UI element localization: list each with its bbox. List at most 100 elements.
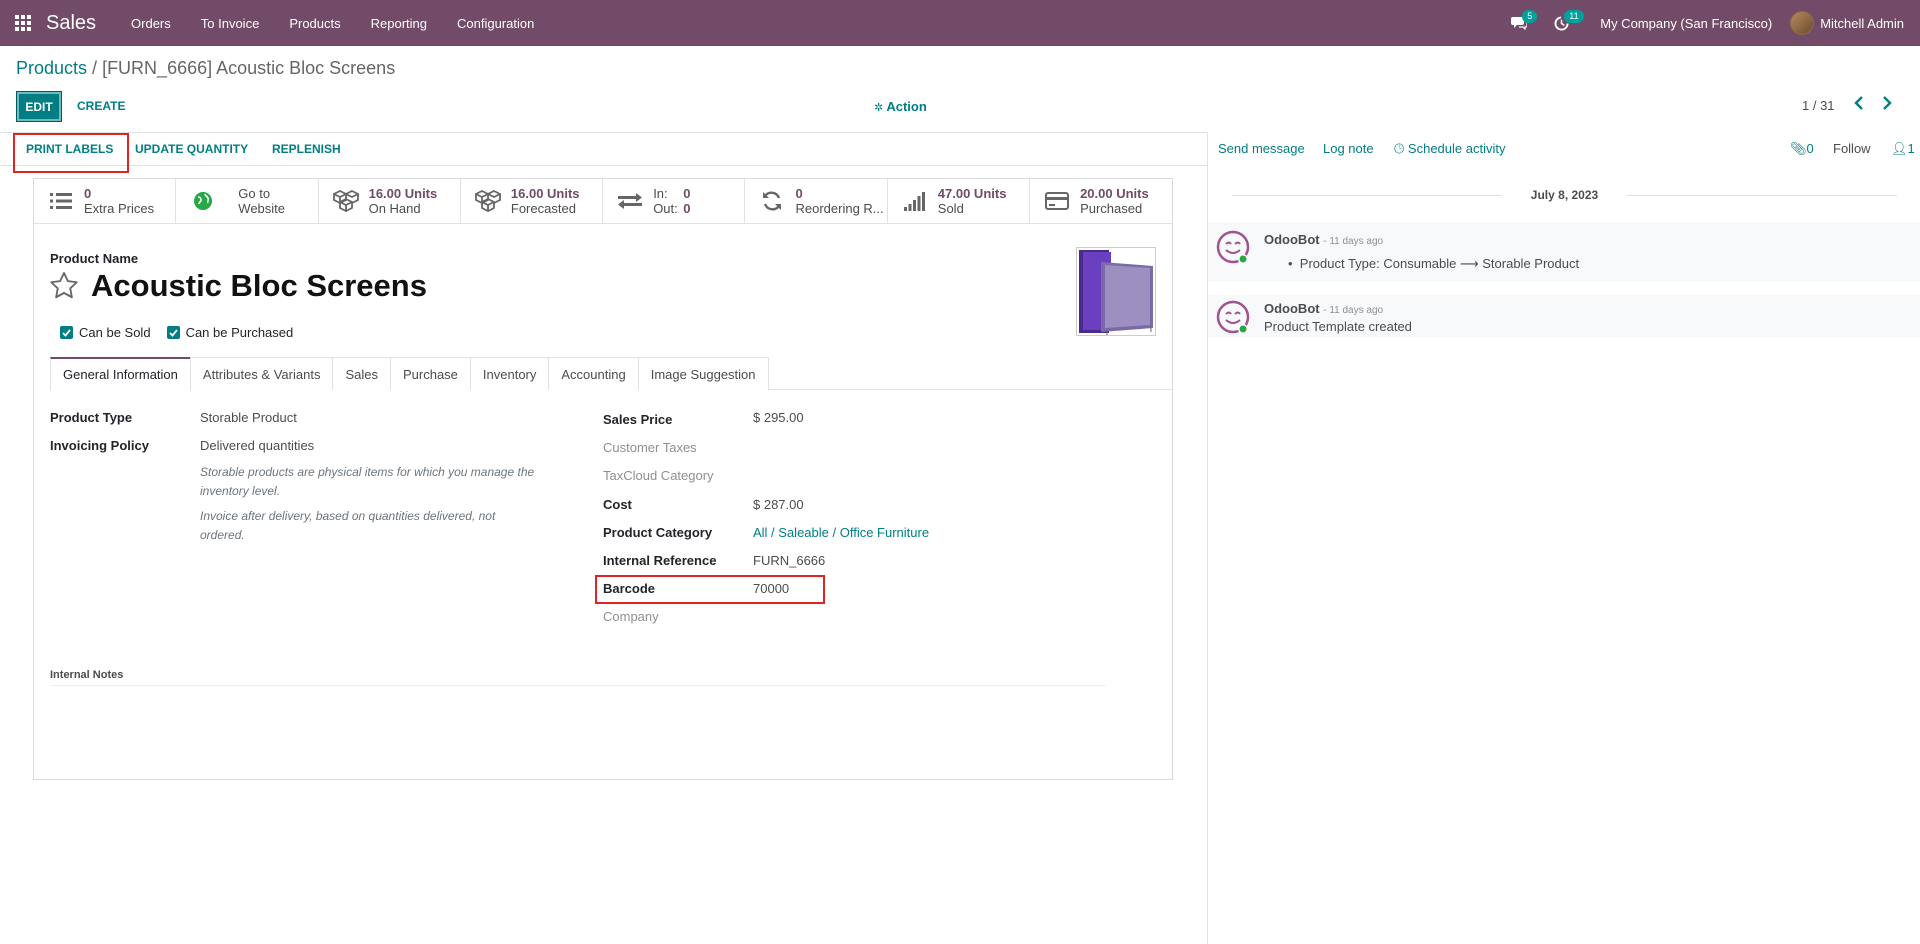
product-category-value[interactable]: All / Saleable / Office Furniture bbox=[753, 525, 929, 540]
create-button[interactable]: CREATE bbox=[77, 99, 125, 113]
edit-button[interactable]: EDIT bbox=[16, 91, 62, 122]
invoicing-policy-value[interactable]: Delivered quantities bbox=[200, 438, 314, 453]
forecasted-label: Forecasted bbox=[510, 201, 576, 216]
message-time: - 11 days ago bbox=[1323, 236, 1384, 247]
user-icon: 👤︎ bbox=[1891, 141, 1908, 156]
message-author[interactable]: OdooBot bbox=[1264, 232, 1320, 247]
breadcrumb-products[interactable]: Products bbox=[16, 58, 87, 78]
can-be-purchased-checkbox[interactable] bbox=[166, 326, 180, 339]
nav-reporting[interactable]: Reporting bbox=[356, 16, 442, 31]
odoobot-avatar bbox=[1216, 300, 1252, 336]
reordering-rules-button[interactable]: 0 Reordering R... bbox=[745, 179, 888, 223]
credit-card-icon bbox=[1044, 188, 1070, 214]
top-navbar: Sales Orders To Invoice Products Reporti… bbox=[0, 0, 1920, 46]
help1-line2: inventory level. bbox=[200, 484, 281, 498]
action-menu[interactable]: ✲ Action bbox=[874, 99, 927, 114]
on-hand-label: On Hand bbox=[368, 201, 421, 216]
internal-notes-field[interactable] bbox=[50, 685, 1106, 686]
product-image[interactable] bbox=[1076, 247, 1156, 336]
sales-price-value[interactable]: $ 295.00 bbox=[753, 410, 804, 425]
go-to-website-button[interactable]: Go to Website bbox=[176, 179, 319, 223]
in-out-button[interactable]: In: 0 Out: 0 bbox=[603, 179, 746, 223]
breadcrumb-current: [FURN_6666] Acoustic Bloc Screens bbox=[102, 58, 396, 78]
forecasted-value: 16.00 Units bbox=[510, 186, 580, 201]
can-be-sold-checkbox[interactable] bbox=[60, 326, 73, 339]
nav-products[interactable]: Products bbox=[274, 16, 355, 31]
followers-button[interactable]: 👤︎1 bbox=[1891, 141, 1915, 157]
activity-menu[interactable]: 11 bbox=[1540, 0, 1584, 46]
chevron-right-icon bbox=[1883, 96, 1892, 110]
tab-purchase[interactable]: Purchase bbox=[389, 357, 471, 390]
notebook-tabs: General Information Attributes & Variant… bbox=[50, 357, 1172, 391]
purchased-button[interactable]: 20.00 Units Purchased bbox=[1030, 179, 1172, 223]
avatar bbox=[1790, 11, 1815, 35]
in-label: In: bbox=[653, 186, 668, 201]
product-category-label: Product Category bbox=[603, 525, 713, 540]
send-message-button[interactable]: Send message bbox=[1218, 141, 1305, 156]
chatter-panel: Send message Log note 🕒︎ Schedule activi… bbox=[1207, 132, 1920, 944]
website-line2: Website bbox=[238, 201, 286, 216]
company-switcher[interactable]: My Company (San Francisco) bbox=[1582, 16, 1790, 31]
can-be-sold-label[interactable]: Can be Sold bbox=[79, 325, 151, 340]
schedule-activity-button[interactable]: 🕒︎ Schedule activity bbox=[1394, 141, 1505, 157]
user-menu[interactable]: Mitchell Admin bbox=[1790, 11, 1920, 35]
apps-menu-icon[interactable] bbox=[0, 0, 46, 46]
customer-taxes-label: Customer Taxes bbox=[603, 440, 697, 455]
on-hand-button[interactable]: 16.00 Units On Hand bbox=[319, 179, 461, 223]
tab-inventory[interactable]: Inventory bbox=[469, 357, 550, 390]
message-body: • Product Type: Consumable ⟶ Storable Pr… bbox=[1288, 256, 1580, 271]
odoobot-avatar bbox=[1216, 230, 1252, 266]
pager-previous-button[interactable] bbox=[1854, 96, 1864, 113]
pager-next-button[interactable] bbox=[1882, 96, 1892, 113]
user-name: Mitchell Admin bbox=[1820, 15, 1904, 31]
attachments-button[interactable]: 📎︎0 bbox=[1790, 141, 1814, 157]
app-brand[interactable]: Sales bbox=[46, 12, 96, 35]
tab-general-information[interactable]: General Information bbox=[50, 357, 191, 391]
tracking-old-value: Product Type: Consumable bbox=[1299, 256, 1457, 271]
message-author[interactable]: OdooBot bbox=[1264, 301, 1320, 316]
exchange-icon bbox=[617, 188, 643, 214]
favorite-star-icon[interactable] bbox=[49, 271, 79, 303]
follow-button[interactable]: Follow bbox=[1833, 141, 1871, 156]
invoicing-policy-label: Invoicing Policy bbox=[50, 438, 149, 453]
reordering-value: 0 bbox=[795, 186, 803, 201]
tab-image-suggestion[interactable]: Image Suggestion bbox=[637, 357, 769, 390]
messaging-menu[interactable]: 5 bbox=[1498, 0, 1540, 46]
arrow-right-icon: ⟶ bbox=[1459, 256, 1479, 271]
update-quantity-button[interactable]: UPDATE QUANTITY bbox=[135, 142, 248, 156]
tab-accounting[interactable]: Accounting bbox=[548, 357, 639, 390]
sold-button[interactable]: 47.00 Units Sold bbox=[888, 179, 1031, 223]
form-statusbar: PRINT LABELS UPDATE QUANTITY REPLENISH bbox=[0, 132, 1207, 166]
cost-value[interactable]: $ 287.00 bbox=[753, 497, 804, 512]
nav-configuration[interactable]: Configuration bbox=[442, 16, 549, 31]
chatter-message: OdooBot - 11 days ago Product Template c… bbox=[1208, 295, 1920, 337]
help2-line1: Invoice after delivery, based on quantit… bbox=[200, 509, 496, 523]
internal-reference-value[interactable]: FURN_6666 bbox=[753, 553, 825, 568]
forecasted-button[interactable]: 16.00 Units Forecasted bbox=[461, 179, 604, 223]
pager-value[interactable]: 1 / 31 bbox=[1802, 98, 1835, 113]
followers-count: 1 bbox=[1907, 141, 1915, 156]
checkbox-row: Can be Sold Can be Purchased bbox=[60, 325, 309, 340]
sold-value: 47.00 Units bbox=[937, 186, 1007, 201]
internal-notes-label: Internal Notes bbox=[50, 669, 124, 681]
extra-prices-value: 0 bbox=[84, 186, 92, 201]
nav-to-invoice[interactable]: To Invoice bbox=[186, 16, 275, 31]
replenish-button[interactable]: REPLENISH bbox=[272, 142, 341, 156]
product-type-help: Storable products are physical items for… bbox=[200, 463, 534, 501]
chevron-left-icon bbox=[1854, 96, 1863, 110]
product-type-label: Product Type bbox=[50, 410, 133, 425]
invoicing-policy-help: Invoice after delivery, based on quantit… bbox=[200, 507, 495, 545]
message-body: Product Template created bbox=[1264, 319, 1412, 334]
tab-sales[interactable]: Sales bbox=[332, 357, 391, 390]
print-labels-highlight bbox=[13, 133, 129, 173]
nav-orders[interactable]: Orders bbox=[116, 16, 186, 31]
log-note-button[interactable]: Log note bbox=[1323, 141, 1374, 156]
product-type-value[interactable]: Storable Product bbox=[200, 410, 297, 425]
tab-attributes-variants[interactable]: Attributes & Variants bbox=[189, 357, 334, 390]
extra-prices-button[interactable]: 0 Extra Prices bbox=[34, 179, 177, 223]
website-line1: Go to bbox=[238, 186, 271, 201]
company-label: Company bbox=[603, 609, 659, 624]
date-separator: July 8, 2023 bbox=[1208, 188, 1920, 202]
can-be-purchased-label[interactable]: Can be Purchased bbox=[186, 325, 294, 340]
globe-icon bbox=[190, 188, 216, 214]
